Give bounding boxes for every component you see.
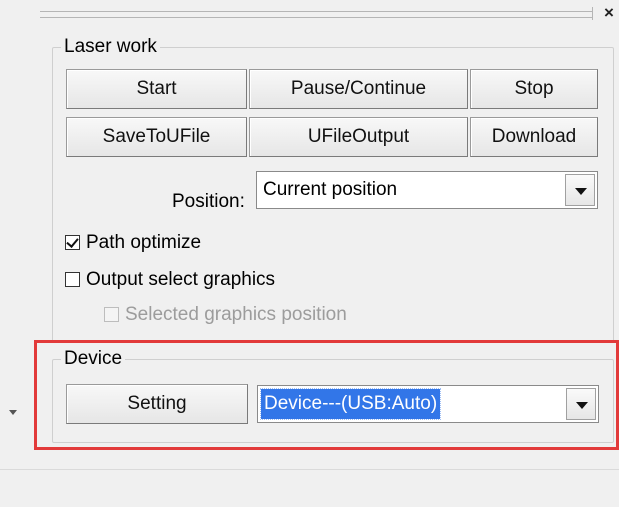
position-select[interactable]: Current position bbox=[256, 171, 598, 209]
chevron-down-icon bbox=[575, 188, 587, 195]
pause-continue-button[interactable]: Pause/Continue bbox=[249, 69, 468, 109]
selected-graphics-position-label: Selected graphics position bbox=[125, 304, 347, 325]
dock-arrow-icon[interactable] bbox=[9, 410, 17, 415]
output-select-graphics-checkbox[interactable] bbox=[65, 272, 80, 287]
path-optimize-checkbox[interactable] bbox=[65, 235, 80, 250]
close-icon[interactable]: × bbox=[604, 3, 614, 23]
selected-graphics-position-checkbox bbox=[104, 307, 119, 322]
stop-button[interactable]: Stop bbox=[470, 69, 598, 109]
title-grip-end bbox=[592, 7, 593, 20]
checkmark-icon bbox=[66, 235, 79, 248]
position-select-value: Current position bbox=[263, 179, 398, 200]
device-highlight-box bbox=[34, 340, 619, 450]
panel-bottom-divider bbox=[0, 469, 619, 470]
laser-work-group-label: Laser work bbox=[61, 36, 160, 58]
download-button[interactable]: Download bbox=[470, 117, 598, 157]
position-dropdown-button[interactable] bbox=[565, 174, 595, 206]
path-optimize-label[interactable]: Path optimize bbox=[86, 232, 201, 254]
panel-title-bar[interactable]: × bbox=[40, 3, 614, 24]
left-dock-strip bbox=[0, 0, 34, 470]
title-grip bbox=[40, 11, 592, 18]
start-button[interactable]: Start bbox=[66, 69, 247, 109]
position-label: Position: bbox=[172, 191, 245, 212]
output-select-graphics-label[interactable]: Output select graphics bbox=[86, 269, 275, 291]
ufile-output-button[interactable]: UFileOutput bbox=[249, 117, 468, 157]
save-to-ufile-button[interactable]: SaveToUFile bbox=[66, 117, 247, 157]
